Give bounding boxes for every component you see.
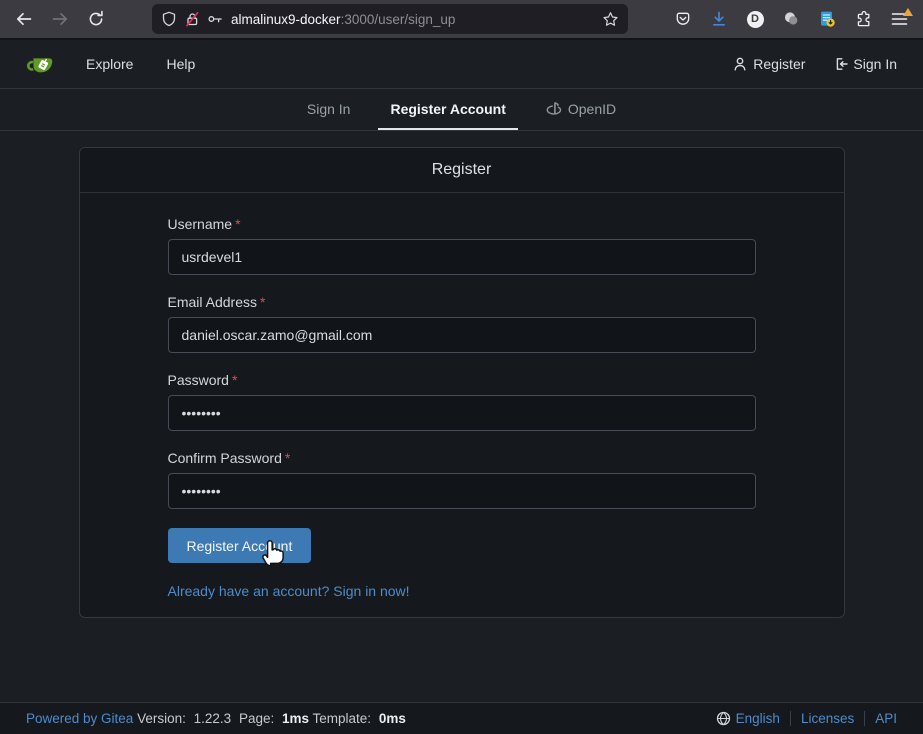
language-label: English bbox=[736, 711, 780, 726]
password-field-group: Password* bbox=[168, 372, 756, 431]
api-link[interactable]: API bbox=[875, 711, 897, 726]
required-mark: * bbox=[260, 294, 265, 310]
page-time-value: 1ms bbox=[282, 711, 309, 726]
nav-explore-label: Explore bbox=[86, 56, 133, 72]
confirm-password-label-text: Confirm Password bbox=[168, 450, 282, 466]
nav-help-label: Help bbox=[166, 56, 195, 72]
sign-in-icon bbox=[832, 56, 848, 72]
email-label-text: Email Address bbox=[168, 294, 257, 310]
powered-by-gitea-link[interactable]: Powered by Gitea bbox=[26, 711, 133, 726]
insecure-lock-icon[interactable] bbox=[184, 11, 200, 27]
tab-openid-label: OpenID bbox=[568, 101, 616, 117]
back-button[interactable] bbox=[8, 4, 40, 34]
browser-toolbar: almalinux9-docker:3000/user/sign_up D bbox=[0, 0, 923, 40]
auth-tabbar: Sign In Register Account OpenID bbox=[0, 89, 923, 131]
bookmark-star-icon[interactable] bbox=[602, 11, 619, 28]
version-value: 1.22.3 bbox=[194, 711, 232, 726]
reload-icon bbox=[87, 10, 105, 28]
page-time-label: Page: bbox=[239, 711, 274, 726]
tab-sign-in-label: Sign In bbox=[307, 101, 351, 117]
template-time-value: 0ms bbox=[379, 711, 406, 726]
password-label: Password* bbox=[168, 372, 756, 388]
extensions-puzzle-icon[interactable] bbox=[847, 4, 879, 34]
forward-button[interactable] bbox=[44, 4, 76, 34]
register-form: Username* Email Address* Password* Confi… bbox=[80, 193, 844, 617]
template-time-label: Template: bbox=[313, 711, 372, 726]
required-mark: * bbox=[285, 450, 290, 466]
footer-right: English Licenses API bbox=[716, 711, 897, 726]
reload-button[interactable] bbox=[80, 4, 112, 34]
card-title: Register bbox=[432, 161, 492, 179]
key-icon[interactable] bbox=[207, 11, 224, 27]
gitea-logo[interactable] bbox=[26, 50, 54, 78]
site-footer: Powered by Gitea Version: 1.22.3 Page: 1… bbox=[0, 702, 923, 734]
register-account-button[interactable]: Register Account bbox=[168, 528, 312, 563]
person-icon bbox=[732, 56, 748, 72]
toolbar-extensions-area: D bbox=[663, 4, 915, 34]
confirm-password-input[interactable] bbox=[168, 473, 756, 509]
d-letter-badge: D bbox=[747, 11, 764, 28]
email-field-group: Email Address* bbox=[168, 294, 756, 353]
nav-register-label: Register bbox=[753, 56, 805, 72]
update-badge bbox=[903, 8, 913, 16]
email-label: Email Address* bbox=[168, 294, 756, 310]
confirm-password-label: Confirm Password* bbox=[168, 450, 756, 466]
site-navbar: Explore Help Register Sign In bbox=[0, 40, 923, 89]
url-host: almalinux9-docker bbox=[231, 12, 341, 27]
footer-divider bbox=[864, 711, 865, 726]
downloads-icon[interactable] bbox=[703, 4, 735, 34]
username-label: Username* bbox=[168, 216, 756, 232]
password-label-text: Password bbox=[168, 372, 229, 388]
tab-openid[interactable]: OpenID bbox=[534, 89, 628, 130]
tab-register-account[interactable]: Register Account bbox=[378, 89, 517, 130]
navbar-right: Register Sign In bbox=[732, 56, 897, 72]
page-content: Register Username* Email Address* Passwo… bbox=[0, 131, 923, 618]
language-selector[interactable]: English bbox=[716, 711, 780, 726]
register-card: Register Username* Email Address* Passwo… bbox=[79, 147, 845, 618]
username-field-group: Username* bbox=[168, 216, 756, 275]
extension-blob-icon[interactable] bbox=[775, 4, 807, 34]
gitea-mug-icon bbox=[26, 50, 54, 78]
tab-register-label: Register Account bbox=[390, 101, 505, 117]
forward-arrow-icon bbox=[50, 9, 70, 29]
footer-divider bbox=[790, 711, 791, 726]
username-input[interactable] bbox=[168, 239, 756, 275]
version-label: Version: bbox=[137, 711, 186, 726]
extension-d-icon[interactable]: D bbox=[739, 4, 771, 34]
url-path: :3000/user/sign_up bbox=[341, 12, 456, 27]
email-input[interactable] bbox=[168, 317, 756, 353]
username-label-text: Username bbox=[168, 216, 233, 232]
licenses-link[interactable]: Licenses bbox=[801, 711, 854, 726]
nav-signin[interactable]: Sign In bbox=[832, 56, 897, 72]
pocket-icon[interactable] bbox=[667, 4, 699, 34]
required-mark: * bbox=[232, 372, 237, 388]
url-bar[interactable]: almalinux9-docker:3000/user/sign_up bbox=[152, 4, 628, 34]
openid-icon bbox=[546, 100, 563, 117]
tab-sign-in[interactable]: Sign In bbox=[295, 89, 363, 130]
back-arrow-icon bbox=[14, 9, 34, 29]
signin-now-link[interactable]: Already have an account? Sign in now! bbox=[168, 583, 410, 599]
globe-icon bbox=[716, 711, 731, 726]
required-mark: * bbox=[235, 216, 240, 232]
nav-signin-label: Sign In bbox=[853, 56, 897, 72]
url-text[interactable]: almalinux9-docker:3000/user/sign_up bbox=[231, 12, 595, 27]
nav-explore[interactable]: Explore bbox=[86, 56, 133, 72]
password-input[interactable] bbox=[168, 395, 756, 431]
card-header: Register bbox=[80, 148, 844, 193]
nav-register[interactable]: Register bbox=[732, 56, 805, 72]
footer-left: Powered by Gitea Version: 1.22.3 Page: 1… bbox=[26, 711, 406, 726]
extension-doc-icon[interactable] bbox=[811, 4, 843, 34]
menu-hamburger-icon[interactable] bbox=[883, 4, 915, 34]
confirm-password-field-group: Confirm Password* bbox=[168, 450, 756, 509]
screen: almalinux9-docker:3000/user/sign_up D bbox=[0, 0, 923, 734]
shield-icon[interactable] bbox=[161, 11, 177, 27]
nav-help[interactable]: Help bbox=[166, 56, 195, 72]
